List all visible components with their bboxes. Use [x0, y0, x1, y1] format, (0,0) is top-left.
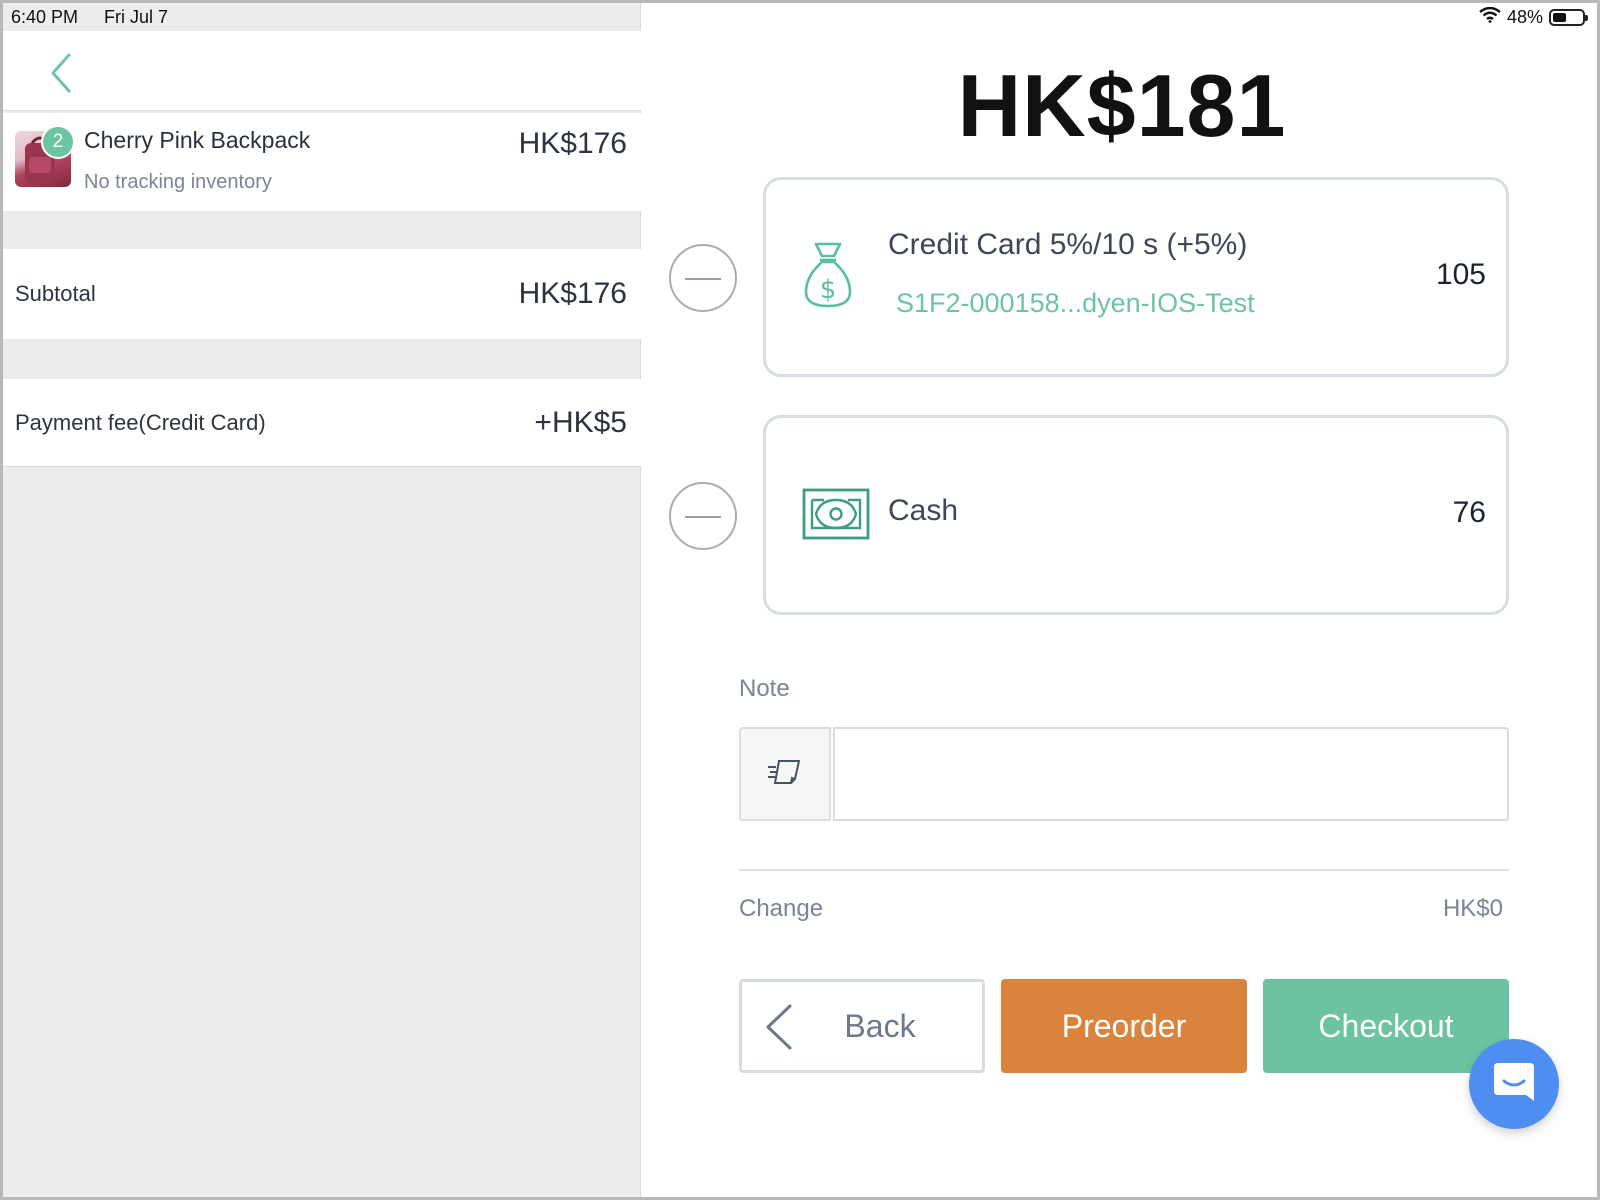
- payment-fee-row: Payment fee(Credit Card) +HK$5: [3, 379, 641, 467]
- wifi-icon: [1479, 6, 1501, 28]
- remove-credit-card-button[interactable]: [669, 244, 737, 312]
- battery-icon: [1549, 9, 1588, 26]
- chevron-left-icon: [764, 1002, 794, 1060]
- order-total: HK$181: [957, 56, 1287, 155]
- status-date: Fri Jul 7: [104, 7, 169, 27]
- item-inventory-note: No tracking inventory: [84, 171, 272, 193]
- money-bag-icon: $: [802, 240, 854, 315]
- cart-item-row[interactable]: 2 Cherry Pink Backpack No tracking inven…: [3, 113, 641, 211]
- chat-support-button[interactable]: [1469, 1039, 1559, 1129]
- preorder-button[interactable]: Preorder: [1001, 979, 1247, 1073]
- app-window: 2 Cherry Pink Backpack No tracking inven…: [0, 0, 1600, 1200]
- divider: [739, 869, 1509, 871]
- cash-amount[interactable]: 76: [1453, 496, 1486, 530]
- status-indicators: 48%: [1479, 6, 1588, 28]
- change-value: HK$0: [1442, 895, 1503, 922]
- back-button-label: Back: [844, 1007, 916, 1044]
- cash-bill-icon: [802, 488, 870, 545]
- cart-panel: 2 Cherry Pink Backpack No tracking inven…: [3, 3, 641, 1197]
- quantity-badge: 2: [41, 125, 75, 159]
- payment-fee-label: Payment fee(Credit Card): [15, 409, 266, 435]
- payment-method-credit-card[interactable]: $ Credit Card 5%/10 s (+5%) S1F2-000158.…: [763, 177, 1509, 377]
- credit-card-amount[interactable]: 105: [1436, 258, 1486, 292]
- note-icon: [767, 757, 803, 792]
- note-input[interactable]: [833, 727, 1509, 821]
- note-icon-button[interactable]: [739, 727, 831, 821]
- change-label: Change: [739, 895, 824, 922]
- battery-level: [1553, 13, 1567, 22]
- battery-percent: 48%: [1506, 7, 1543, 27]
- back-button[interactable]: Back: [739, 979, 985, 1073]
- svg-text:$: $: [820, 275, 837, 305]
- credit-card-terminal: S1F2-000158...dyen-IOS-Test: [896, 288, 1255, 318]
- subtotal-row: Subtotal HK$176: [3, 249, 641, 339]
- subtotal-label: Subtotal: [15, 281, 96, 306]
- status-time: 6:40 PM: [11, 7, 79, 27]
- subtotal-value: HK$176: [518, 277, 627, 310]
- credit-card-title: Credit Card 5%/10 s (+5%): [888, 228, 1248, 261]
- note-label: Note: [739, 675, 790, 702]
- payment-method-cash[interactable]: Cash 76: [763, 415, 1509, 615]
- payment-fee-value: +HK$5: [534, 405, 627, 439]
- cart-header: [3, 31, 641, 111]
- item-name: Cherry Pink Backpack: [84, 127, 311, 153]
- cash-title: Cash: [888, 494, 959, 527]
- checkout-button[interactable]: Checkout: [1263, 979, 1509, 1073]
- item-price: HK$176: [518, 127, 627, 160]
- remove-cash-button[interactable]: [669, 482, 737, 550]
- status-bar: 6:40 PM Fri Jul 7 48%: [3, 3, 1597, 31]
- back-chevron-icon[interactable]: [47, 51, 77, 100]
- chat-icon: [1490, 1059, 1538, 1110]
